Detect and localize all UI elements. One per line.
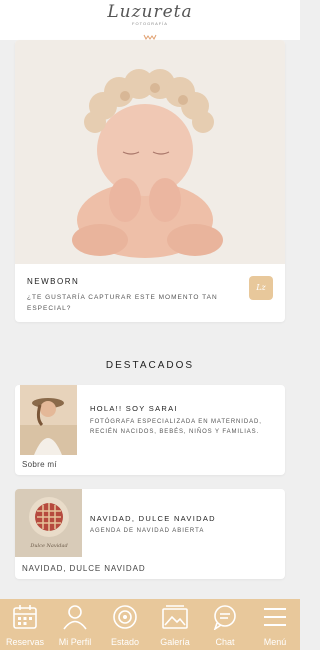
tab-menu[interactable]: Menú	[250, 599, 300, 650]
tab-label: Mi Perfil	[58, 637, 92, 647]
user-icon	[63, 605, 87, 630]
christmas-image-caption: Dulce Navidad	[30, 543, 68, 549]
calendar-icon	[13, 605, 37, 629]
tab-label: Menú	[263, 637, 287, 647]
gallery-icon	[162, 605, 188, 629]
chat-icon	[213, 605, 236, 630]
featured-title: NAVIDAD, DULCE NAVIDAD	[90, 514, 216, 523]
brand-badge-icon[interactable]: Lz	[249, 276, 273, 300]
brand-logo: Luzureta	[107, 2, 193, 22]
tab-label: Galería	[160, 637, 190, 647]
tab-reservas[interactable]: Reservas	[0, 599, 50, 650]
hero-title: NEWBORN	[27, 277, 80, 286]
tab-estado[interactable]: Estado	[100, 599, 150, 650]
featured-description: FOTÓGRAFA ESPECIALIZADA EN MATERNIDAD, R…	[90, 419, 262, 435]
featured-caption: Sobre mí	[22, 460, 57, 469]
featured-card-navidad[interactable]: Dulce Navidad NAVIDAD, DULCE NAVIDAD AGE…	[15, 489, 285, 579]
tab-label: Estado	[110, 637, 140, 647]
bottom-tab-bar: Reservas Mi Perfil Estado Galería Chat M…	[0, 599, 300, 650]
tab-galeria[interactable]: Galería	[150, 599, 200, 650]
tab-chat[interactable]: Chat	[200, 599, 250, 650]
featured-title: HOLA!! SOY SARAI	[90, 404, 178, 413]
featured-card-about[interactable]: HOLA!! SOY SARAI FOTÓGRAFA ESPECIALIZADA…	[15, 385, 285, 475]
section-title-destacados: DESTACADOS	[105, 360, 195, 371]
status-icon	[113, 605, 137, 629]
brand-subtitle: FOTOGRAFÍA	[132, 21, 168, 26]
featured-caption: NAVIDAD, DULCE NAVIDAD	[22, 564, 146, 573]
tab-label: Chat	[215, 637, 235, 647]
tab-mi-perfil[interactable]: Mi Perfil	[50, 599, 100, 650]
tab-label: Reservas	[5, 637, 44, 647]
hero-description: ¿TE GUSTARÍA CAPTURAR ESTE MOMENTO TAN E…	[27, 294, 218, 312]
app-header: Luzureta FOTOGRAFÍA	[0, 0, 300, 40]
menu-icon	[264, 608, 286, 626]
newborn-photo	[15, 40, 285, 264]
photographer-portrait	[20, 385, 77, 455]
hero-card[interactable]: NEWBORN ¿TE GUSTARÍA CAPTURAR ESTE MOMEN…	[15, 40, 285, 322]
featured-description: AGENDA DE NAVIDAD ABIERTA	[90, 528, 205, 534]
